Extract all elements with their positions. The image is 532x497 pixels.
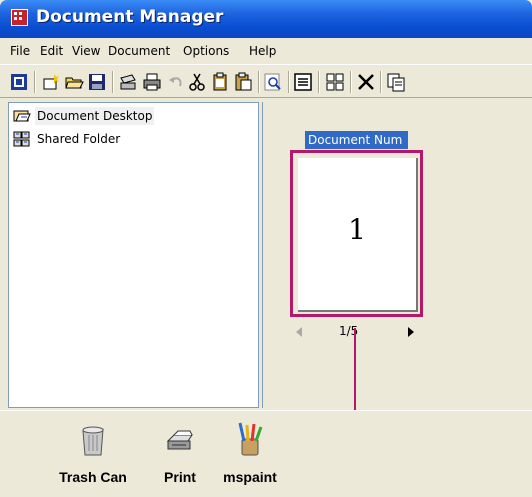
menu-help[interactable]: Help xyxy=(249,44,276,58)
shortcut-label: Trash Can xyxy=(59,469,127,485)
undo-icon[interactable] xyxy=(166,72,186,92)
copy-icon[interactable] xyxy=(210,72,230,92)
menu-edit[interactable]: Edit xyxy=(40,44,63,58)
document-manager-window: Document Manager File Edit View Document… xyxy=(0,0,532,497)
menu-bar: File Edit View Document Options Help xyxy=(0,38,532,64)
open-folder-icon[interactable] xyxy=(64,72,84,92)
paste-icon[interactable] xyxy=(233,72,253,92)
toolbar-separator xyxy=(34,71,36,93)
menu-file[interactable]: File xyxy=(10,44,30,58)
toolbar-separator xyxy=(258,71,260,93)
folder-tree-pane[interactable]: Document Desktop Shared Folder xyxy=(8,102,259,408)
toolbar-separator xyxy=(112,71,114,93)
previous-page-icon[interactable] xyxy=(296,327,302,337)
desktop-icon xyxy=(13,110,31,122)
delete-icon[interactable] xyxy=(356,72,376,92)
menu-options[interactable]: Options xyxy=(183,44,229,58)
shortcut-bar: Trash Can Print mspaint xyxy=(0,410,532,497)
shared-folder-icon xyxy=(13,131,30,147)
menu-view[interactable]: View xyxy=(72,44,100,58)
zoom-icon[interactable] xyxy=(263,72,283,92)
trash-can-shortcut[interactable]: Trash Can xyxy=(48,411,138,497)
toolbar xyxy=(0,64,532,98)
title-bar[interactable]: Document Manager xyxy=(0,0,532,38)
print-shortcut[interactable]: Print xyxy=(150,411,210,497)
document-page: 1 xyxy=(298,158,418,312)
properties-icon[interactable] xyxy=(386,72,406,92)
list-view-icon[interactable] xyxy=(293,72,313,92)
tree-item-label: Document Desktop xyxy=(35,107,155,125)
toolbar-separator xyxy=(350,71,352,93)
save-icon[interactable] xyxy=(87,72,107,92)
document-name-label[interactable]: Document Num xyxy=(305,131,408,149)
window-title: Document Manager xyxy=(36,7,224,27)
mspaint-shortcut[interactable]: mspaint xyxy=(215,411,285,497)
paint-brushes-icon xyxy=(238,422,263,456)
shortcut-label: Print xyxy=(164,469,196,485)
thumbnail-view-icon[interactable] xyxy=(325,72,345,92)
page-number: 1 xyxy=(348,213,366,246)
toolbar-separator xyxy=(288,71,290,93)
app-icon[interactable] xyxy=(11,9,28,26)
toolbar-separator xyxy=(380,71,382,93)
menu-document[interactable]: Document xyxy=(108,44,170,58)
new-folder-icon[interactable] xyxy=(41,72,61,92)
app-icon[interactable] xyxy=(9,72,29,92)
scan-icon[interactable] xyxy=(118,72,138,92)
print-icon[interactable] xyxy=(142,72,162,92)
toolbar-separator xyxy=(318,71,320,93)
document-thumbnail[interactable]: 1 xyxy=(290,150,423,317)
printer-icon xyxy=(166,430,193,450)
trash-can-icon xyxy=(82,426,104,456)
next-page-icon[interactable] xyxy=(408,327,414,337)
cut-icon[interactable] xyxy=(187,72,207,92)
shortcut-label: mspaint xyxy=(223,469,277,485)
tree-item-label: Shared Folder xyxy=(37,132,121,146)
